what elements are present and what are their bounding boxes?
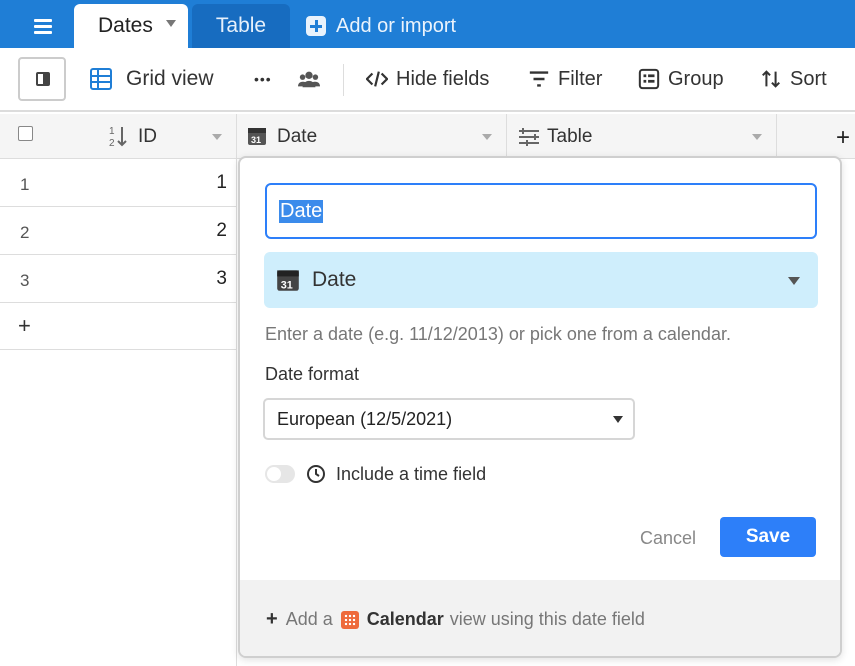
plus-icon: [306, 16, 326, 36]
code-icon: [366, 71, 388, 87]
filter-icon: [529, 71, 549, 87]
id-cell[interactable]: 2: [216, 220, 227, 242]
date-format-select[interactable]: European (12/5/2021): [263, 398, 635, 440]
sidebar-icon: [36, 72, 50, 86]
add-or-import-label: Add or import: [336, 14, 457, 37]
hide-fields-button[interactable]: Hide fields: [366, 64, 489, 94]
grid-view-icon: [90, 68, 112, 90]
column-header-id[interactable]: 1 2 ID: [0, 114, 237, 159]
svg-text:31: 31: [251, 135, 261, 145]
hide-fields-label: Hide fields: [396, 67, 490, 90]
hamburger-menu-icon[interactable]: [22, 14, 62, 38]
id-cell[interactable]: 1: [216, 172, 227, 194]
date-format-label: Date format: [265, 364, 360, 384]
collaborators-button[interactable]: [298, 64, 328, 94]
toolbar-divider: [343, 64, 344, 96]
calendar-view-icon: [340, 610, 359, 629]
date-format-value: European (12/5/2021): [277, 408, 453, 429]
sort-button[interactable]: Sort: [760, 64, 827, 94]
plus-icon: +: [266, 608, 278, 630]
field-help-text: Enter a date (e.g. 11/12/2013) or pick o…: [265, 324, 731, 344]
filter-label: Filter: [558, 67, 603, 90]
field-name-value: Date: [279, 199, 324, 223]
add-row-button[interactable]: +: [0, 303, 237, 350]
save-button[interactable]: Save: [720, 517, 816, 557]
field-type-label: Date: [312, 268, 357, 291]
view-toolbar: Grid view ••• Hide fields Filter Group S…: [0, 48, 855, 112]
chevron-down-icon: [788, 277, 800, 285]
field-name-input[interactable]: Date: [265, 183, 817, 239]
chevron-down-icon[interactable]: [212, 134, 222, 140]
sort-label: Sort: [790, 67, 827, 90]
row-number: 1: [20, 175, 30, 194]
table-row[interactable]: 1 1: [0, 159, 237, 207]
column-label-id: ID: [138, 125, 157, 147]
grid-header: 1 2 ID 31 Date Table: [0, 114, 855, 159]
table-row[interactable]: 3 3: [0, 255, 237, 303]
svg-text:31: 31: [281, 279, 293, 291]
filter-button[interactable]: Filter: [528, 64, 602, 94]
group-label: Group: [668, 67, 724, 90]
column-label-date: Date: [277, 125, 318, 147]
chevron-down-icon: [613, 416, 623, 423]
footer-suffix: view using this date field: [449, 609, 645, 629]
include-time-toggle[interactable]: [265, 465, 295, 483]
group-button[interactable]: Group: [638, 64, 724, 94]
field-type-select[interactable]: 31 Date: [264, 252, 818, 308]
add-or-import-button[interactable]: Add or import: [306, 13, 456, 39]
include-time-label: Include a time field: [336, 463, 487, 484]
column-header-table[interactable]: Table: [507, 114, 777, 159]
dialog-footer: + Add a Calendar view using this date fi…: [240, 580, 840, 656]
table-row[interactable]: 2 2: [0, 207, 237, 255]
row-number: 3: [20, 271, 30, 290]
more-options-button[interactable]: •••: [254, 64, 272, 94]
calendar-icon: 31: [277, 270, 299, 291]
column-header-date[interactable]: 31 Date: [237, 114, 507, 159]
tab-table[interactable]: Table: [192, 4, 290, 48]
sort-icon: [762, 70, 780, 88]
tab-dates[interactable]: Dates: [74, 4, 188, 48]
svg-text:2: 2: [109, 138, 115, 148]
add-calendar-view-link[interactable]: + Add a Calendar view using this date fi…: [266, 608, 645, 631]
number-field-icon: 1 2: [109, 126, 127, 148]
view-name: Grid view: [126, 67, 214, 90]
top-tab-bar: Dates Table Add or import: [0, 0, 855, 48]
chevron-down-icon[interactable]: [482, 134, 492, 140]
more-icon: •••: [254, 71, 272, 87]
id-cell[interactable]: 3: [216, 268, 227, 290]
tab-dates-label: Dates: [98, 14, 153, 37]
svg-text:1: 1: [109, 126, 115, 137]
include-time-row[interactable]: Include a time field: [306, 462, 486, 486]
chevron-down-icon[interactable]: [752, 134, 762, 140]
field-config-dialog: Date 31 Date Enter a date (e.g. 11/12/20…: [238, 156, 842, 658]
footer-view-name: Calendar: [366, 609, 444, 629]
tab-table-label: Table: [215, 14, 267, 37]
add-column-button[interactable]: +: [836, 124, 850, 152]
footer-prefix: Add a: [285, 609, 333, 629]
add-row-plus: +: [18, 313, 31, 338]
column-label-table: Table: [547, 125, 593, 147]
chevron-down-icon[interactable]: [166, 20, 176, 27]
sidebar-toggle-button[interactable]: [18, 57, 66, 101]
view-switcher[interactable]: Grid view: [90, 64, 214, 94]
column-divider: [236, 114, 237, 666]
clock-icon: [307, 465, 325, 483]
link-field-icon: [519, 128, 539, 146]
cancel-button[interactable]: Cancel: [640, 528, 696, 549]
select-all-checkbox[interactable]: [18, 126, 33, 141]
group-icon: [638, 68, 660, 90]
people-icon: [298, 71, 320, 88]
row-number: 2: [20, 223, 30, 242]
calendar-field-icon: 31: [248, 128, 266, 145]
